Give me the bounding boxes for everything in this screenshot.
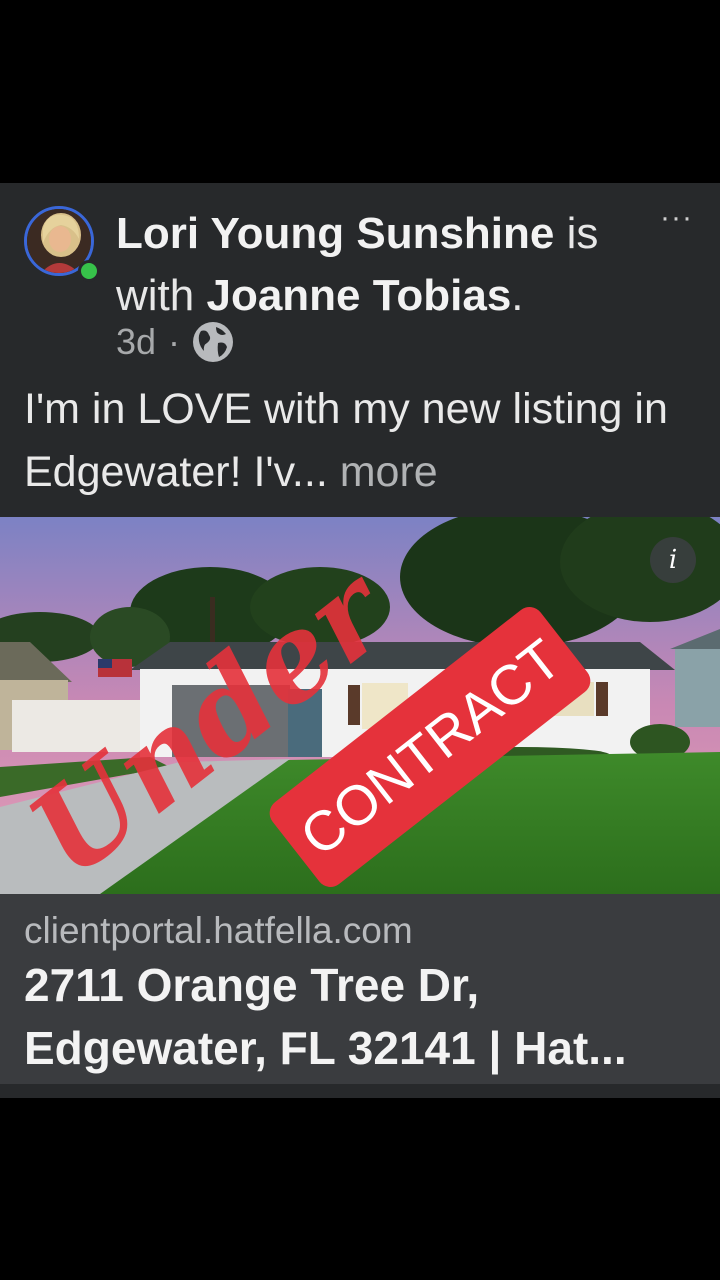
- tagged-name[interactable]: Joanne Tobias: [206, 271, 511, 320]
- with-text: with: [116, 271, 195, 320]
- link-preview[interactable]: clientportal.hatfella.com 2711 Orange Tr…: [0, 894, 720, 1084]
- more-dots-icon[interactable]: ···: [660, 201, 693, 235]
- house-photo: CONTRACT Under: [0, 517, 720, 894]
- author-name[interactable]: Lori Young Sunshine: [116, 209, 554, 258]
- avatar[interactable]: [24, 206, 100, 282]
- online-status-dot: [78, 260, 100, 282]
- period: .: [511, 271, 524, 320]
- see-more-link[interactable]: more: [340, 448, 438, 496]
- link-title: 2711 Orange Tree Dr, Edgewater, FL 32141…: [24, 959, 627, 1074]
- post-card: Lori Young Sunshine is with Joanne Tobia…: [0, 183, 720, 1098]
- post-meta: 3d ·: [116, 318, 234, 366]
- post-header: Lori Young Sunshine is with Joanne Tobia…: [116, 203, 656, 327]
- link-domain: clientportal.hatfella.com: [24, 910, 413, 951]
- info-icon[interactable]: i: [650, 537, 696, 583]
- post-time[interactable]: 3d: [116, 321, 156, 363]
- listing-photo[interactable]: CONTRACT Under i: [0, 517, 720, 894]
- is-text: is: [566, 209, 599, 258]
- post-body: I'm in LOVE with my new listing in Edgew…: [24, 378, 704, 504]
- meta-separator: ·: [168, 321, 181, 362]
- globe-icon: [193, 322, 234, 362]
